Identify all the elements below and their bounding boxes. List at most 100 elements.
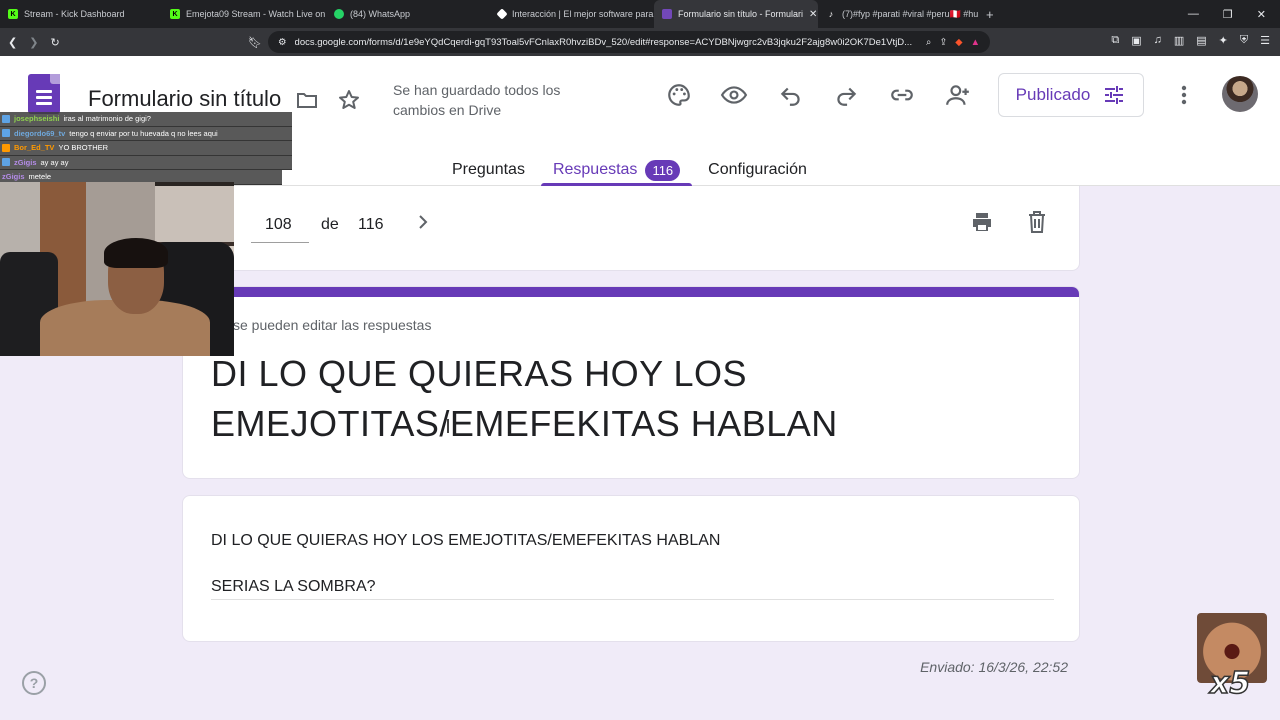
tab-settings[interactable]: Configuración — [708, 154, 807, 186]
leo-icon[interactable]: ✦ — [1219, 34, 1228, 47]
help-icon[interactable]: ? — [22, 671, 46, 695]
chat-message: diegordo69_tv tengo q enviar por tu huev… — [0, 126, 292, 141]
extensions-icon[interactable]: ⧉ — [1111, 34, 1119, 47]
chat-message: Bor_Ed_TV YO BROTHER — [0, 141, 292, 156]
next-response-icon[interactable] — [415, 212, 431, 232]
browser-tab-bar: K Stream - Kick Dashboard K Emejota09 St… — [0, 0, 1280, 28]
screenshot-icon[interactable]: ▣ — [1131, 34, 1141, 47]
brave-rewards-icon[interactable]: ▲ — [971, 37, 980, 48]
chat-text: tengo q enviar por tu huevada q no lees … — [69, 128, 218, 138]
forward-icon[interactable]: ❯ — [29, 36, 38, 49]
site-info-icon[interactable]: ⚙︎ — [278, 37, 287, 48]
chat-user: zGigis — [14, 157, 37, 167]
tiktok-icon: ♪ — [828, 9, 834, 19]
reload-icon[interactable]: ↻ — [50, 36, 59, 49]
folder-icon[interactable] — [293, 86, 321, 114]
back-icon[interactable]: ❮ — [8, 36, 17, 49]
menu-icon[interactable]: ☰ — [1260, 34, 1270, 47]
more-options-icon[interactable] — [1170, 81, 1198, 109]
tab-label: (7)#fyp #parati #viral #peru🇵🇪 #hum — [842, 8, 978, 19]
print-icon[interactable] — [969, 210, 995, 234]
chat-text: YO BROTHER — [58, 143, 109, 153]
minimize-icon[interactable]: — — [1188, 8, 1199, 21]
tab-label: (84) WhatsApp — [350, 9, 411, 19]
browser-tab-forms[interactable]: Formulario sin título - Formulari ✕ — [654, 0, 818, 28]
whatsapp-icon — [334, 9, 344, 19]
emote-multiplier: x5 — [1209, 665, 1251, 702]
edit-note: se pueden editar las respuestas — [233, 317, 432, 333]
address-bar[interactable]: ⚙︎ docs.google.com/forms/d/1e9eYQdCqerdi… — [268, 31, 990, 53]
of-label: de — [321, 216, 339, 233]
undo-icon[interactable] — [777, 81, 805, 109]
window-controls: — ❐ ✕ — [1188, 8, 1280, 21]
add-collaborator-icon[interactable] — [944, 81, 972, 109]
media-icon[interactable]: ♫ — [1154, 34, 1162, 47]
tab-label: Stream - Kick Dashboard — [24, 9, 125, 19]
extensions-area: ⧉ ▣ ♫ ▥ ▤ ✦ ⛨ ☰ — [1111, 34, 1270, 47]
zoom-icon[interactable]: ⌕ — [926, 37, 931, 48]
forms-logo-icon[interactable] — [28, 74, 60, 114]
new-tab-button[interactable]: + — [978, 7, 1002, 22]
preview-eye-icon[interactable] — [720, 81, 748, 109]
chat-user: diegordo69_tv — [14, 128, 66, 138]
webcam-overlay — [0, 182, 234, 356]
share-icon[interactable]: ⇪ — [939, 37, 947, 48]
tab-label: Interacción | El mejor software para p — [512, 9, 654, 19]
chat-user: josephseishi — [14, 114, 60, 124]
response-navigator: 108 de 116 — [182, 186, 1080, 271]
badge-icon — [2, 129, 10, 138]
browser-tab-kick-dashboard[interactable]: K Stream - Kick Dashboard — [0, 0, 162, 28]
bookmark-icon[interactable]: 🔖︎ — [248, 36, 262, 49]
question-text: DI LO QUE QUIERAS HOY LOS EMEJOTITAS/EME… — [211, 532, 721, 549]
chat-message: zGigis ay ay ay — [0, 155, 292, 170]
chat-message: josephseishi iras al matrimonio de gigi? — [0, 112, 292, 127]
save-status: Se han guardado todos los cambios en Dri… — [393, 82, 561, 118]
browser-tab-whatsapp[interactable]: (84) WhatsApp — [326, 0, 490, 28]
answer-text: SERIAS LA SOMBRA? — [211, 578, 376, 595]
form-heading: DI LO QUE QUIERAS HOY LOS EMEJOTITAS/EME… — [211, 353, 838, 444]
close-icon[interactable]: ✕ — [809, 9, 817, 20]
form-header-card: se pueden editar las respuestas DI LO QU… — [182, 286, 1080, 479]
text-cursor — [447, 419, 449, 433]
star-icon[interactable] — [335, 86, 363, 114]
form-title[interactable]: Formulario sin título — [88, 86, 281, 112]
current-response-input[interactable]: 108 — [265, 216, 292, 234]
tab-label: Configuración — [708, 161, 807, 178]
tab-responses[interactable]: Respuestas 116 — [540, 154, 693, 186]
publish-button[interactable]: Publicado — [998, 73, 1144, 117]
kick-icon: K — [170, 9, 180, 19]
kick-icon: K — [8, 9, 18, 19]
maximize-icon[interactable]: ❐ — [1223, 8, 1233, 21]
browser-tab-interaccion[interactable]: Interacción | El mejor software para p — [490, 0, 654, 28]
wallet-icon[interactable]: ▤ — [1196, 34, 1206, 47]
input-underline — [251, 242, 309, 243]
tune-icon — [1102, 83, 1126, 107]
form-tabs: Preguntas Respuestas 116 Configuración — [452, 154, 807, 186]
browser-tab-tiktok[interactable]: ♪ (7)#fyp #parati #viral #peru🇵🇪 #hum — [818, 0, 978, 28]
answer-underline — [211, 599, 1054, 600]
brave-shield-icon[interactable]: ◆ — [955, 37, 962, 48]
browser-tab-kick-stream[interactable]: K Emejota09 Stream - Watch Live on Ki — [162, 0, 326, 28]
chat-text: ay ay ay — [40, 157, 69, 167]
browser-toolbar: ❮ ❯ ↻ 🔖︎ ⚙︎ docs.google.com/forms/d/1e9e… — [0, 28, 1280, 56]
sidebar-icon[interactable]: ▥ — [1174, 34, 1184, 47]
tab-label: Respuestas — [552, 161, 638, 178]
chat-user: Bor_Ed_TV — [14, 143, 55, 153]
avatar[interactable] — [1222, 76, 1258, 112]
chat-user: zGigis — [2, 172, 25, 182]
palette-icon[interactable] — [665, 81, 693, 109]
delete-icon[interactable] — [1026, 210, 1048, 234]
link-icon[interactable] — [888, 81, 916, 109]
url-text: docs.google.com/forms/d/1e9eYQdCqerdi-gq… — [294, 36, 913, 48]
badge-icon — [2, 158, 10, 167]
accent-stripe — [183, 287, 1079, 297]
tab-label: Formulario sin título - Formulari — [678, 9, 804, 19]
tab-label: Preguntas — [452, 161, 525, 178]
total-responses: 116 — [358, 216, 384, 233]
vpn-icon[interactable]: ⛨ — [1240, 34, 1248, 47]
redo-icon[interactable] — [832, 81, 860, 109]
tab-questions[interactable]: Preguntas — [452, 154, 525, 186]
badge-icon — [2, 143, 10, 152]
close-window-icon[interactable]: ✕ — [1257, 8, 1266, 21]
tab-label: Emejota09 Stream - Watch Live on Ki — [186, 9, 326, 19]
